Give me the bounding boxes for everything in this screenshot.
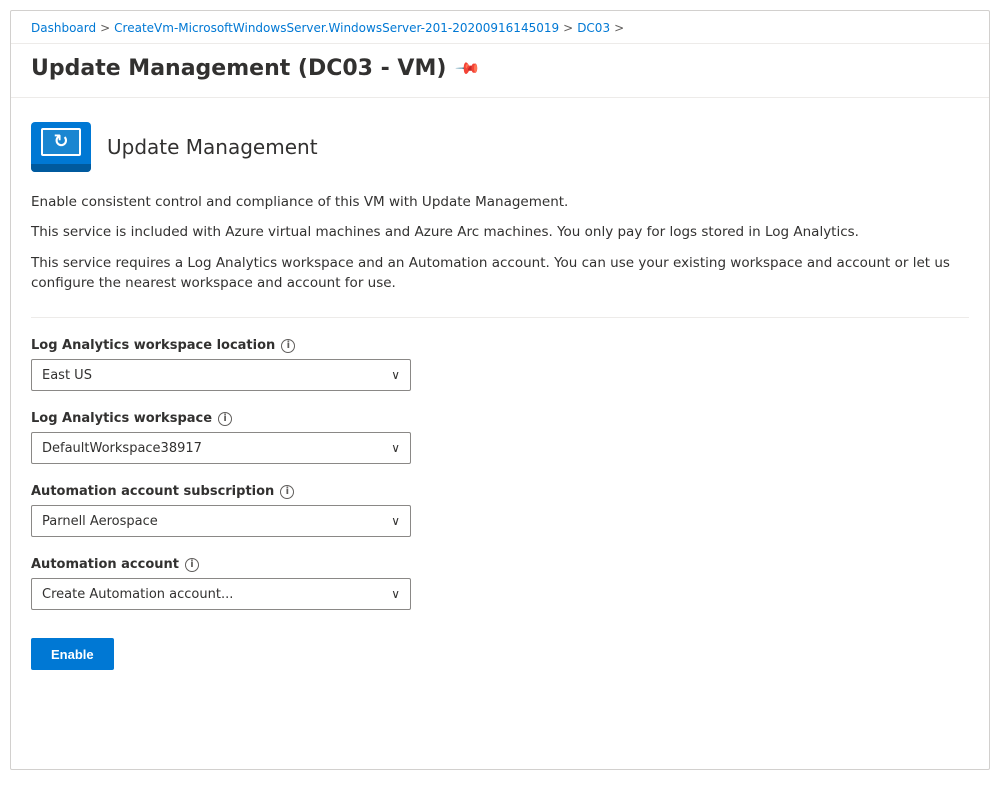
breadcrumb-sep-3: > xyxy=(614,21,624,35)
page-header: Update Management (DC03 - VM) 📌 xyxy=(11,44,989,98)
automation-account-dropdown[interactable]: Create Automation account... ∨ xyxy=(31,578,411,610)
automation-subscription-group: Automation account subscription i Parnel… xyxy=(31,484,969,537)
workspace-value: DefaultWorkspace38917 xyxy=(42,441,202,456)
workspace-chevron-icon: ∨ xyxy=(391,441,400,455)
description-line3: This service requires a Log Analytics wo… xyxy=(31,253,969,294)
automation-account-info-icon[interactable]: i xyxy=(185,558,199,572)
automation-account-label: Automation account i xyxy=(31,557,969,572)
workspace-label: Log Analytics workspace i xyxy=(31,411,969,426)
automation-subscription-label: Automation account subscription i xyxy=(31,484,969,499)
description-block: Enable consistent control and compliance… xyxy=(31,192,969,293)
monitor-screen: ↻ xyxy=(41,128,81,156)
enable-button[interactable]: Enable xyxy=(31,638,114,670)
pin-icon[interactable]: 📌 xyxy=(455,55,483,83)
workspace-group: Log Analytics workspace i DefaultWorkspa… xyxy=(31,411,969,464)
service-title: Update Management xyxy=(107,135,318,159)
description-line1: Enable consistent control and compliance… xyxy=(31,192,969,212)
refresh-arrows-icon: ↻ xyxy=(53,133,68,151)
breadcrumb-sep-1: > xyxy=(100,21,110,35)
breadcrumb-sep-2: > xyxy=(563,21,573,35)
breadcrumb: Dashboard > CreateVm-MicrosoftWindowsSer… xyxy=(31,21,969,35)
form-divider xyxy=(31,317,969,318)
workspace-location-label: Log Analytics workspace location i xyxy=(31,338,969,353)
update-management-icon: ↻ xyxy=(31,122,91,172)
automation-account-group: Automation account i Create Automation a… xyxy=(31,557,969,610)
workspace-location-dropdown[interactable]: East US ∨ xyxy=(31,359,411,391)
workspace-location-info-icon[interactable]: i xyxy=(281,339,295,353)
workspace-location-group: Log Analytics workspace location i East … xyxy=(31,338,969,391)
workspace-dropdown[interactable]: DefaultWorkspace38917 ∨ xyxy=(31,432,411,464)
workspace-location-chevron-icon: ∨ xyxy=(391,368,400,382)
content-area: ↻ Update Management Enable consistent co… xyxy=(11,98,989,694)
automation-subscription-info-icon[interactable]: i xyxy=(280,485,294,499)
workspace-location-value: East US xyxy=(42,368,92,383)
page-container: Dashboard > CreateVm-MicrosoftWindowsSer… xyxy=(10,10,990,770)
automation-subscription-dropdown[interactable]: Parnell Aerospace ∨ xyxy=(31,505,411,537)
automation-account-chevron-icon: ∨ xyxy=(391,587,400,601)
automation-subscription-chevron-icon: ∨ xyxy=(391,514,400,528)
automation-subscription-value: Parnell Aerospace xyxy=(42,514,158,529)
workspace-info-icon[interactable]: i xyxy=(218,412,232,426)
breadcrumb-bar: Dashboard > CreateVm-MicrosoftWindowsSer… xyxy=(11,11,989,44)
page-title: Update Management (DC03 - VM) xyxy=(31,56,446,81)
breadcrumb-dashboard[interactable]: Dashboard xyxy=(31,21,96,35)
breadcrumb-dc03[interactable]: DC03 xyxy=(577,21,610,35)
breadcrumb-vm-creation[interactable]: CreateVm-MicrosoftWindowsServer.WindowsS… xyxy=(114,21,559,35)
automation-account-value: Create Automation account... xyxy=(42,587,233,602)
description-line2: This service is included with Azure virt… xyxy=(31,222,969,242)
service-header: ↻ Update Management xyxy=(31,122,969,172)
